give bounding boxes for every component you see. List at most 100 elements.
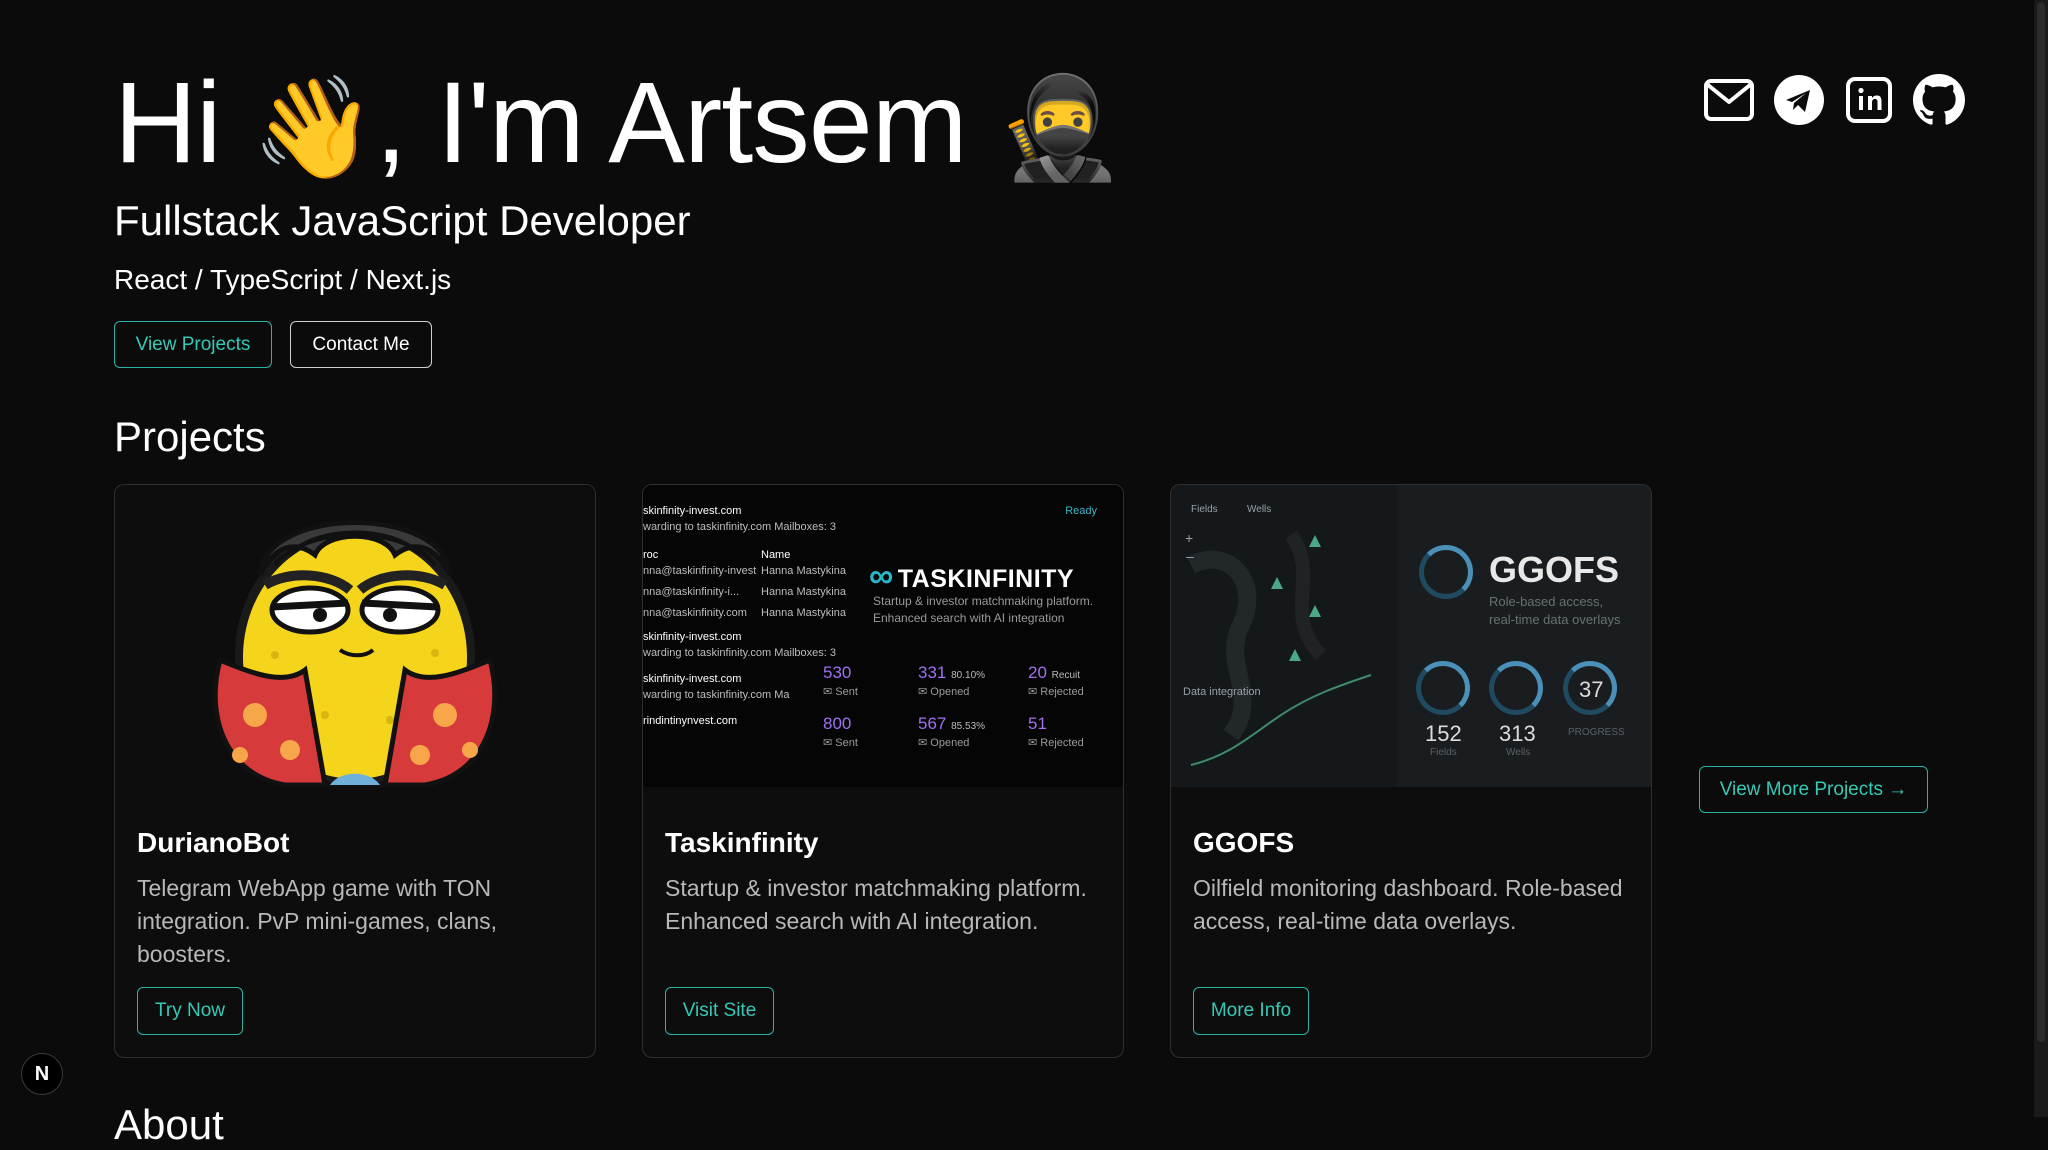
durianobot-image [115, 485, 595, 787]
ggofs-title: GGOFS [1489, 549, 1620, 590]
thumb-text: rindintinynvest.com [643, 715, 738, 727]
fields-label: Fields [1430, 747, 1457, 758]
data-integration-label: Data integration [1183, 686, 1261, 698]
projects-heading: Projects [114, 413, 266, 460]
thumb-text: skinfinity-invest.com [643, 505, 742, 517]
logo-text: TASKINFINITY [897, 565, 1075, 593]
stat-label-text: Rejected [1040, 737, 1084, 749]
tagline-line: Enhanced search with AI integration [873, 611, 1065, 625]
infinity-icon: ∞ [869, 557, 894, 595]
thumb-text: warding to taskinfinity.com Ma [643, 689, 790, 701]
more-info-button[interactable]: More Info [1193, 987, 1309, 1035]
try-now-button[interactable]: Try Now [137, 987, 243, 1035]
stat-percent: 85.53% [951, 721, 986, 732]
project-name: Taskinfinity [665, 827, 819, 858]
stat-label: ✉ Opened [918, 737, 970, 749]
project-card-ggofs: Data integration Fields Wells + – GGOFS … [1170, 484, 1652, 1058]
github-icon[interactable] [1913, 74, 1965, 126]
stat-label-text: Sent [835, 686, 858, 698]
thumb-text: Hanna Mastykina [761, 607, 846, 619]
wells-ring [1489, 661, 1543, 715]
stat-number: 20 [1028, 663, 1047, 682]
stat-label-text: Rejected [1040, 686, 1084, 698]
stat-value: 51 [1028, 714, 1047, 733]
stat-value: 567 85.53% [918, 714, 985, 734]
stat-label: ✉ Opened [918, 686, 970, 698]
telegram-icon[interactable] [1773, 74, 1825, 126]
page-scrollbar[interactable] [2034, 0, 2048, 1117]
linkedin-icon[interactable] [1843, 74, 1895, 126]
contact-me-button[interactable]: Contact Me [290, 321, 432, 368]
hero-name: , I'm Artsem [375, 59, 998, 187]
thumb-text: Hanna Mastykina [761, 565, 846, 577]
thumb-text: Name [761, 549, 791, 561]
ggofs-image: Data integration Fields Wells + – GGOFS … [1171, 485, 1651, 787]
project-description: Oilfield monitoring dashboard. Role-base… [1193, 875, 1623, 934]
hero-greeting: Hi [114, 59, 252, 187]
stat-value: 20 Recuit [1028, 663, 1080, 683]
view-projects-button[interactable]: View Projects [114, 321, 272, 368]
stat-label: ✉ Sent [823, 737, 858, 749]
project-description: Startup & investor matchmaking platform.… [665, 875, 1087, 934]
hero-role: Fullstack JavaScript Developer [114, 197, 691, 244]
tagline-line: Startup & investor matchmaking platform. [873, 594, 1094, 608]
stat-percent: 80.10% [951, 670, 986, 681]
about-heading: About [114, 1101, 224, 1148]
visit-site-button[interactable]: Visit Site [665, 987, 774, 1035]
stat-label: ✉ Rejected [1028, 737, 1084, 749]
subtitle-line: real-time data overlays [1489, 612, 1621, 627]
thumb-text: roc [643, 549, 659, 561]
project-card-taskinfinity: Ready skinfinity-invest.com warding to t… [642, 484, 1124, 1058]
taskinfinity-tagline: Startup & investor matchmaking platform.… [873, 593, 1093, 627]
project-description: Telegram WebApp game with TON integratio… [137, 875, 498, 967]
thumb-text: nna@taskinfinity-invest [643, 565, 757, 577]
project-card-durianobot: DurianoBot Telegram WebApp game with TON… [114, 484, 596, 1058]
taskinfinity-logo: ∞ TASKINFINITY [869, 557, 1074, 596]
ready-status: Ready [1065, 505, 1097, 517]
nextjs-dev-badge[interactable]: N [21, 1053, 63, 1095]
progress-label: PROGRESS [1568, 727, 1625, 738]
thumb-text: nna@taskinfinity-i... [643, 586, 740, 598]
wells-label: Wells [1506, 747, 1531, 758]
ninja-emoji: 🥷 [997, 69, 1122, 186]
svg-text:–: – [1186, 548, 1194, 564]
stat-value: 800 [823, 714, 852, 733]
waving-hand-emoji: 👋 [251, 69, 377, 186]
stat-label-text: Sent [835, 737, 858, 749]
map-panel: Data integration Fields Wells + – [1171, 485, 1397, 787]
stat-label: ✉ Rejected [1028, 686, 1084, 698]
stat-value: 331 80.10% [918, 663, 985, 683]
ggofs-drop-icon [1419, 545, 1473, 599]
project-name: DurianoBot [137, 827, 290, 858]
ggofs-subtitle: Role-based access, real-time data overlay… [1489, 593, 1621, 629]
hero-title: Hi 👋, I'm Artsem 🥷 [114, 58, 1122, 193]
stat-number: 567 [918, 714, 947, 733]
thumb-text: skinfinity-invest.com [643, 631, 742, 643]
stat-percent: Recuit [1051, 670, 1081, 681]
fields-ring [1416, 661, 1470, 715]
progress-value: 37 [1579, 677, 1604, 702]
view-more-projects-button[interactable]: View More Projects → [1699, 766, 1928, 813]
thumb-text: warding to taskinfinity.com Mailboxes: 3 [643, 521, 836, 533]
thumb-text: skinfinity-invest.com [643, 673, 742, 685]
mail-icon[interactable] [1703, 74, 1755, 126]
thumb-text: nna@taskinfinity.com [643, 607, 747, 619]
thumb-text: Hanna Mastykina [761, 586, 846, 598]
thumb-text: warding to taskinfinity.com Mailboxes: 3 [643, 647, 836, 659]
wells-count: 313 [1499, 721, 1536, 746]
taskinfinity-image: Ready skinfinity-invest.com warding to t… [643, 485, 1123, 787]
subtitle-line: Role-based access, [1489, 594, 1604, 609]
project-name: GGOFS [1193, 827, 1295, 858]
stat-label: ✉ Sent [823, 686, 858, 698]
social-links [1703, 74, 1965, 126]
stat-number: 331 [918, 663, 947, 682]
stat-label-text: Opened [930, 686, 970, 698]
stat-value: 530 [823, 663, 852, 682]
fields-count: 152 [1425, 721, 1462, 746]
tab-fields: Fields [1191, 504, 1218, 515]
stat-label-text: Opened [930, 737, 970, 749]
scrollbar-thumb[interactable] [2037, 2, 2045, 1042]
hero-stack: React / TypeScript / Next.js [114, 264, 452, 295]
tab-wells: Wells [1247, 504, 1271, 515]
svg-text:+: + [1185, 530, 1193, 546]
